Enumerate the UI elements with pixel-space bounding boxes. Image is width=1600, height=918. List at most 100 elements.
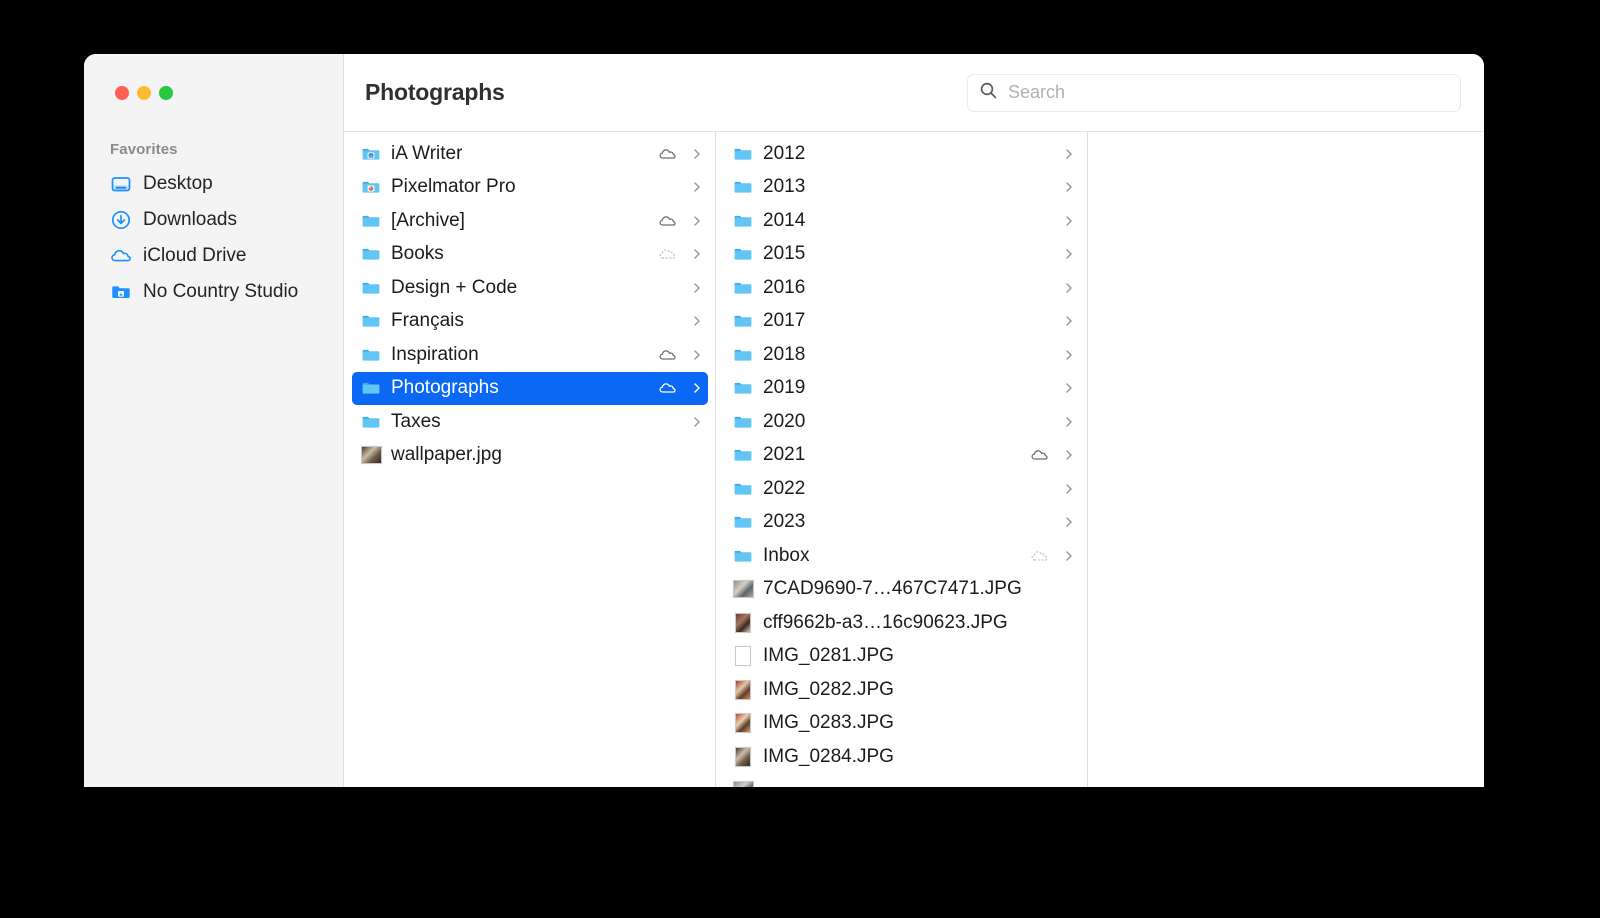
desktop-icon	[110, 173, 132, 195]
image-thumbnail-icon	[360, 444, 382, 466]
list-item[interactable]: 2013	[724, 171, 1080, 205]
list-item-label: [Archive]	[391, 209, 465, 231]
cloud-icon	[657, 143, 679, 165]
list-item-label: iA Writer	[391, 142, 463, 164]
list-item[interactable]: Inspiration	[352, 338, 708, 372]
folder-icon	[732, 277, 754, 299]
chevron-right-icon[interactable]	[691, 415, 703, 429]
chevron-right-icon[interactable]	[1063, 549, 1075, 563]
list-item[interactable]: 2015	[724, 238, 1080, 272]
chevron-right-icon[interactable]	[1063, 515, 1075, 529]
column-documents[interactable]: iA iA Writer Pixelmator Pro [Archive] Books D…	[344, 132, 716, 787]
folder-icon	[732, 377, 754, 399]
list-item[interactable]: 7CAD9690-7…467C7471.JPG	[724, 573, 1080, 607]
list-item-label: 7CAD9690-7…467C7471.JPG	[763, 578, 1022, 600]
folder-icon	[732, 176, 754, 198]
chevron-right-icon[interactable]	[691, 381, 703, 395]
list-item[interactable]: cff9662b-a3…16c90623.JPG	[724, 606, 1080, 640]
list-item[interactable]: 2022	[724, 472, 1080, 506]
list-item[interactable]: [Archive]	[352, 204, 708, 238]
folder-icon	[360, 310, 382, 332]
list-item[interactable]: IMG_0282.JPG	[724, 673, 1080, 707]
column-view: iA iA Writer Pixelmator Pro [Archive] Books D…	[344, 132, 1484, 787]
maximize-button[interactable]	[159, 86, 173, 100]
search-placeholder: Search	[1008, 82, 1066, 102]
folder-icon	[360, 243, 382, 265]
list-item[interactable]: 2023	[724, 506, 1080, 540]
chevron-right-icon[interactable]	[691, 348, 703, 362]
list-item-label: 2022	[763, 477, 806, 499]
chevron-right-icon[interactable]	[691, 147, 703, 161]
list-item-label: Books	[391, 243, 444, 265]
list-item-selected[interactable]: Photographs	[352, 371, 708, 405]
image-thumbnail-icon	[732, 679, 754, 701]
list-item-label: Pixelmator Pro	[391, 176, 516, 198]
chevron-right-icon[interactable]	[1063, 214, 1075, 228]
list-item[interactable]: Inbox	[724, 539, 1080, 573]
list-item[interactable]: iA iA Writer	[352, 137, 708, 171]
list-item[interactable]: 2012	[724, 137, 1080, 171]
list-item-label: IMG_0281.JPG	[763, 645, 894, 667]
list-item[interactable]: IMG_0284.JPG	[724, 740, 1080, 774]
list-item-label: wallpaper.jpg	[391, 444, 502, 466]
list-item-label: 2023	[763, 511, 806, 533]
chevron-right-icon[interactable]	[1063, 180, 1075, 194]
cloud-icon	[1029, 444, 1051, 466]
close-button[interactable]	[115, 86, 129, 100]
column-preview[interactable]	[1088, 132, 1484, 787]
chevron-right-icon[interactable]	[691, 214, 703, 228]
sidebar-item-no-country-studio[interactable]: No Country Studio	[94, 274, 334, 310]
chevron-right-icon[interactable]	[1063, 448, 1075, 462]
cloud-downloading-icon	[657, 243, 679, 265]
folder-icon	[360, 210, 382, 232]
chevron-right-icon[interactable]	[691, 281, 703, 295]
list-item[interactable]: 2021	[724, 439, 1080, 473]
chevron-right-icon[interactable]	[1063, 247, 1075, 261]
minimize-button[interactable]	[137, 86, 151, 100]
chevron-right-icon[interactable]	[1063, 381, 1075, 395]
list-item[interactable]: Pixelmator Pro	[352, 171, 708, 205]
list-item-label: 2013	[763, 176, 806, 198]
list-item[interactable]: Taxes	[352, 405, 708, 439]
chevron-right-icon[interactable]	[1063, 415, 1075, 429]
list-item[interactable]: IMG_0281.JPG	[724, 640, 1080, 674]
list-item-label: IMG_0282.JPG	[763, 678, 894, 700]
sidebar-item-desktop[interactable]: Desktop	[94, 166, 334, 202]
column-photographs[interactable]: 2012 2013 2014 2015 2016 2017 2018 2019 2020 2021…	[716, 132, 1088, 787]
list-item[interactable]: IMG_0283.JPG	[724, 707, 1080, 741]
list-item[interactable]: Français	[352, 305, 708, 339]
sidebar-item-downloads[interactable]: Downloads	[94, 202, 334, 238]
list-item[interactable]: 2016	[724, 271, 1080, 305]
list-item-label: 2014	[763, 209, 806, 231]
list-item[interactable]: 2019	[724, 372, 1080, 406]
chevron-right-icon[interactable]	[691, 247, 703, 261]
list-item[interactable]: 2020	[724, 405, 1080, 439]
list-item[interactable]: wallpaper.jpg	[352, 439, 708, 473]
chevron-right-icon[interactable]	[1063, 482, 1075, 496]
folder-icon	[732, 143, 754, 165]
image-thumbnail-icon	[732, 645, 754, 667]
list-item[interactable]: Books	[352, 238, 708, 272]
icloud-drive-icon	[110, 245, 132, 267]
folder-icon	[360, 277, 382, 299]
list-item[interactable]	[724, 774, 1080, 787]
folder-icon	[732, 310, 754, 332]
chevron-right-icon[interactable]	[691, 180, 703, 194]
sidebar-item-icloud-drive[interactable]: iCloud Drive	[94, 238, 334, 274]
list-item[interactable]: 2014	[724, 204, 1080, 238]
chevron-right-icon[interactable]	[1063, 348, 1075, 362]
sidebar-item-list: Desktop Downloads iCloud Drive No Countr…	[84, 166, 344, 310]
list-item[interactable]: Design + Code	[352, 271, 708, 305]
cloud-icon	[657, 344, 679, 366]
folder-icon	[732, 243, 754, 265]
folder-icon	[732, 344, 754, 366]
chevron-right-icon[interactable]	[1063, 281, 1075, 295]
chevron-right-icon[interactable]	[1063, 147, 1075, 161]
folder-icon	[360, 411, 382, 433]
list-item[interactable]: 2017	[724, 305, 1080, 339]
folder-app-pixelmator-icon	[360, 176, 382, 198]
chevron-right-icon[interactable]	[1063, 314, 1075, 328]
chevron-right-icon[interactable]	[691, 314, 703, 328]
search-input[interactable]: Search	[967, 73, 1461, 112]
list-item[interactable]: 2018	[724, 338, 1080, 372]
